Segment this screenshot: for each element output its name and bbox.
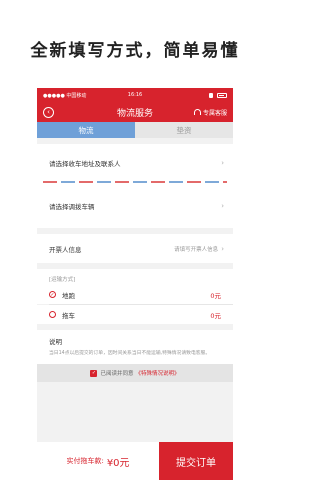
radio-checked-icon: ✓ (49, 291, 56, 298)
address-card: 请选择收车地址及联系人 › 请选择调拨车辆 › (37, 144, 233, 228)
chevron-right-icon: › (221, 201, 224, 210)
status-time: 16:16 (127, 92, 143, 98)
promo-headline: 全新填写方式，简单易懂 (30, 41, 240, 61)
address-row[interactable]: 请选择收车地址及联系人 › (37, 144, 233, 181)
vehicle-row[interactable]: 请选择调拨车辆 › (37, 183, 233, 228)
note-text: 当日14点以后提交的订单，因时间关系当日不能运输,特殊情况请致电客服。 (49, 351, 211, 356)
tab-bar: 物流 垫资 (37, 122, 233, 138)
transport-option-tow[interactable]: 拖车 0元 (37, 305, 233, 324)
status-bar: ●●●●● 中国移动 16:16 (37, 88, 233, 102)
submit-order-button[interactable]: 提交订单 (159, 442, 233, 480)
phone-screen: ●●●●● 中国移动 16:16 ‹ 物流服务 专属客服 物流 垫资 请选择收车… (37, 88, 233, 480)
special-terms-link[interactable]: 《特殊情况说明》 (136, 369, 180, 377)
chevron-right-icon: › (221, 244, 224, 253)
nav-bar: ‹ 物流服务 专属客服 (37, 102, 233, 122)
total-payment: 实付拖车款: ¥0元 (37, 442, 159, 480)
chevron-left-icon: ‹ (47, 107, 50, 116)
chevron-right-icon: › (221, 158, 224, 167)
agreement-bar: ✓ 已阅读并同意 《特殊情况说明》 (37, 364, 233, 383)
back-button[interactable]: ‹ (43, 106, 54, 118)
headset-icon (193, 109, 201, 115)
note-section: 说明 当日14点以后提交的订单，因时间关系当日不能运输,特殊情况请致电客服。 (37, 330, 233, 365)
transport-option-price: 0元 (210, 311, 221, 320)
transport-option-drive[interactable]: ✓ 地跑 0元 (37, 285, 233, 304)
total-amount: ¥0元 (106, 457, 130, 469)
customer-service-button[interactable]: 专属客服 (193, 108, 227, 117)
radio-unchecked-icon (49, 311, 56, 318)
invoice-row[interactable]: 开票人信息 请填写开票人信息 › (37, 234, 233, 263)
customer-service-label: 专属客服 (202, 109, 227, 117)
note-title: 说明 (49, 338, 62, 346)
transport-label: [运输方式] (37, 269, 233, 285)
address-label: 请选择收车地址及联系人 (49, 159, 121, 168)
tab-logistics[interactable]: 物流 (37, 122, 135, 138)
invoice-card: 开票人信息 请填写开票人信息 › (37, 234, 233, 263)
agreement-text: 已阅读并同意 (100, 371, 134, 378)
checkout-bar: 实付拖车款: ¥0元 提交订单 (37, 442, 233, 480)
battery-icon (217, 92, 227, 98)
invoice-label: 开票人信息 (49, 245, 82, 254)
transport-section: [运输方式] ✓ 地跑 0元 拖车 0元 (37, 269, 233, 324)
transport-option-price: 0元 (210, 291, 221, 300)
vehicle-label: 请选择调拨车辆 (49, 202, 95, 211)
tab-advance-funding[interactable]: 垫资 (135, 122, 233, 138)
transport-option-label: 地跑 (62, 291, 75, 300)
agreement-checkbox[interactable]: ✓ (90, 369, 98, 377)
invoice-placeholder: 请填写开票人信息 (174, 246, 219, 253)
transport-option-label: 拖车 (62, 311, 75, 320)
total-label: 实付拖车款: (66, 457, 104, 465)
